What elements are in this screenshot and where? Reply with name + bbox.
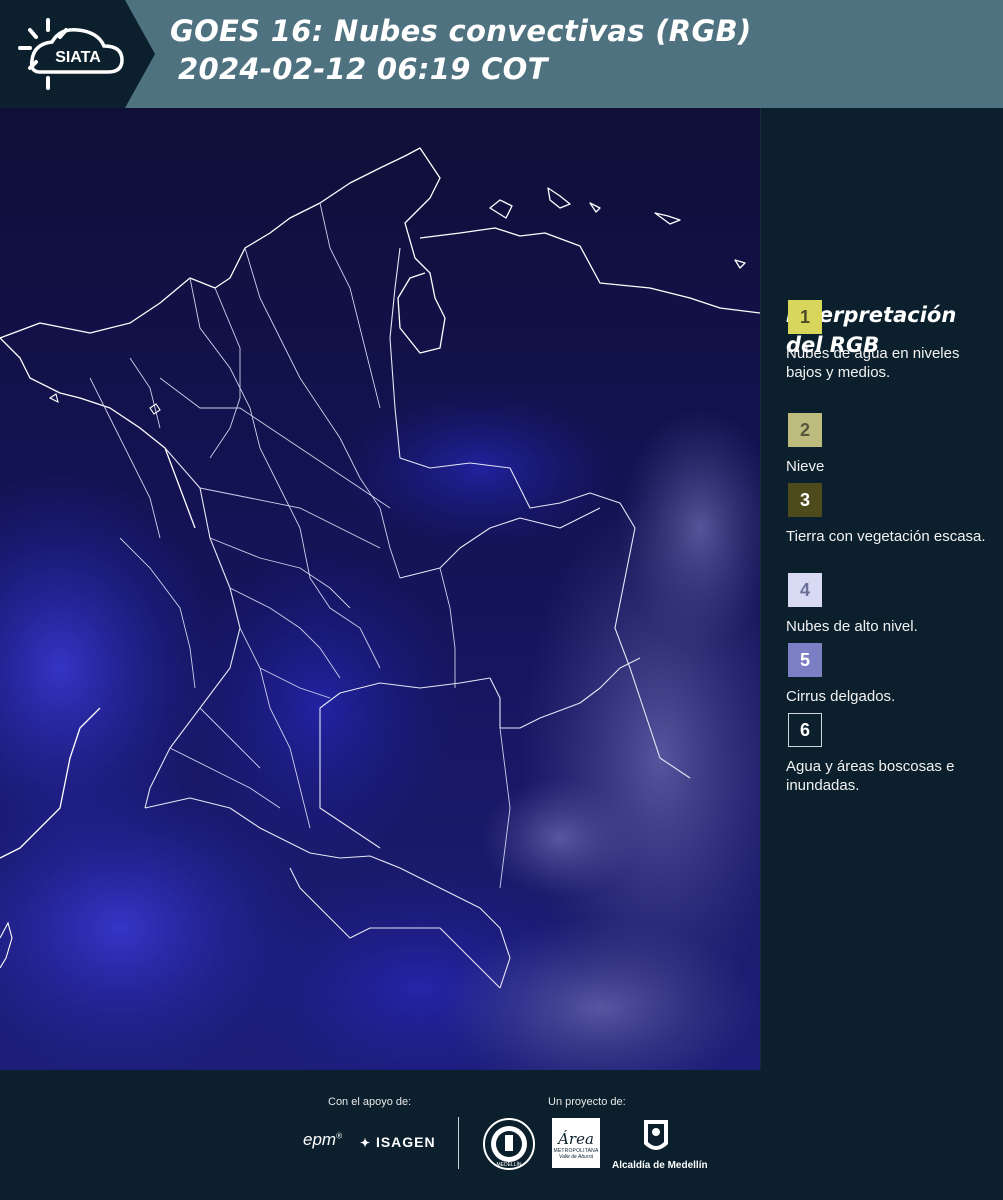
page-title: GOES 16: Nubes convectivas (RGB) 2024-02… xyxy=(170,12,752,88)
rgb-satellite-image xyxy=(0,108,760,1070)
area-metropolitana-logo: Área METROPOLITANA Valle de Aburrá xyxy=(552,1118,600,1168)
isagen-mark-icon: ✦ xyxy=(360,1136,372,1150)
epm-logo: epm® xyxy=(303,1130,342,1149)
epm-logo-text: epm xyxy=(303,1130,337,1149)
area-logo-text: Área xyxy=(558,1130,594,1148)
legend-label: Tierra con vegetación escasa. xyxy=(786,528,986,545)
project-label: Un proyecto de: xyxy=(548,1096,626,1108)
header-bar: SIATA GOES 16: Nubes convectivas (RGB) 2… xyxy=(0,0,1003,108)
legend-panel: Interpretación del RGB 1 Nubes de agua en… xyxy=(786,300,996,794)
legend-swatch: 3 xyxy=(788,483,822,517)
svg-text:MEDELLÍN: MEDELLÍN xyxy=(496,1161,521,1168)
area-logo-sub2: Valle de Aburrá xyxy=(558,1154,594,1160)
legend-swatch: 1 xyxy=(788,300,822,334)
legend-swatch: 2 xyxy=(788,413,822,447)
satellite-map xyxy=(0,108,761,1070)
alcaldia-logo-text: Alcaldía de Medellín xyxy=(612,1160,708,1171)
legend-label: Agua y áreas boscosas e inundadas. xyxy=(786,758,955,794)
alcaldia-shield-icon xyxy=(644,1120,668,1150)
legend-item: 5 Cirrus delgados. xyxy=(786,643,986,706)
support-label: Con el apoyo de: xyxy=(328,1096,412,1108)
legend-item: 6 Agua y áreas boscosas e inundadas. xyxy=(786,713,986,795)
medellin-seal-logo: MEDELLÍN xyxy=(483,1118,535,1170)
isagen-logo: ✦ ISAGEN xyxy=(360,1134,436,1150)
legend-swatch: 4 xyxy=(788,573,822,607)
title-product: GOES 16: Nubes convectivas (RGB) xyxy=(170,14,752,48)
legend-item: 3 Tierra con vegetación escasa. xyxy=(786,483,986,546)
legend-swatch: 5 xyxy=(788,643,822,677)
legend-item: 1 Nubes de agua en niveles bajos y medios… xyxy=(786,300,986,382)
legend-item: 4 Nubes de alto nivel. xyxy=(786,573,986,636)
title-datetime: 2024-02-12 06:19 COT xyxy=(178,52,548,86)
isagen-logo-text: ISAGEN xyxy=(375,1134,436,1150)
legend-swatch: 6 xyxy=(788,713,822,747)
legend-label: Nubes de alto nivel. xyxy=(786,618,918,635)
legend-item: 2 Nieve xyxy=(786,413,986,476)
footer-divider xyxy=(458,1117,459,1169)
siata-logo: SIATA xyxy=(0,0,155,108)
legend-label: Nubes de agua en niveles bajos y medios. xyxy=(786,345,960,381)
siata-logo-text: SIATA xyxy=(55,49,101,66)
legend-label: Nieve xyxy=(786,458,825,475)
legend-label: Cirrus delgados. xyxy=(786,688,896,705)
